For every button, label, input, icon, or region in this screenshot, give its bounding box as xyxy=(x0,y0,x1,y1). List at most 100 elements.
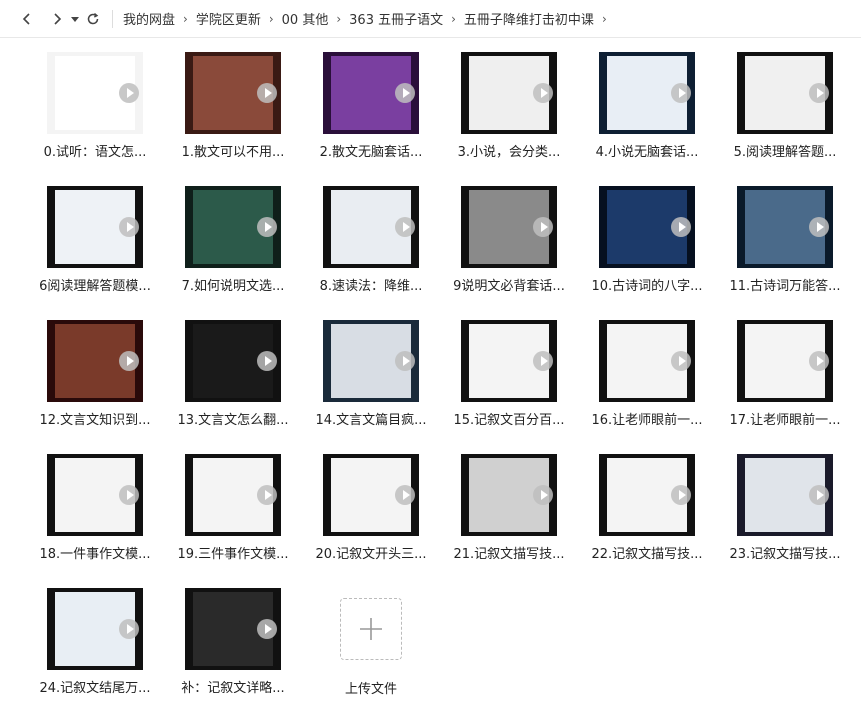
video-thumbnail xyxy=(323,320,419,402)
video-file-item[interactable]: 24.记叙文结尾万... xyxy=(30,588,160,722)
video-file-item[interactable]: 15.记叙文百分百... xyxy=(444,320,574,454)
play-icon xyxy=(119,351,139,371)
play-icon xyxy=(119,83,139,103)
video-thumbnail xyxy=(599,454,695,536)
video-thumbnail xyxy=(323,52,419,134)
chevron-right-icon: › xyxy=(451,11,456,26)
video-file-item[interactable]: 20.记叙文开头三... xyxy=(306,454,436,588)
video-thumbnail xyxy=(737,454,833,536)
video-thumbnail xyxy=(47,454,143,536)
video-thumbnail xyxy=(461,454,557,536)
upload-dropzone[interactable] xyxy=(340,598,402,660)
play-icon xyxy=(257,83,277,103)
video-file-item[interactable]: 6阅读理解答题模... xyxy=(30,186,160,320)
video-file-item[interactable]: 2.散文无脑套话... xyxy=(306,52,436,186)
play-icon xyxy=(395,351,415,371)
file-name: 1.散文可以不用... xyxy=(181,145,285,160)
video-thumbnail xyxy=(599,186,695,268)
video-file-item[interactable]: 10.古诗词的八字... xyxy=(582,186,712,320)
refresh-button[interactable] xyxy=(82,8,104,30)
video-file-item[interactable]: 16.让老师眼前一... xyxy=(582,320,712,454)
video-file-item[interactable]: 19.三件事作文模... xyxy=(168,454,298,588)
file-name: 7.如何说明文选... xyxy=(181,279,285,294)
file-name: 17.让老师眼前一... xyxy=(729,413,841,428)
video-file-item[interactable]: 4.小说无脑套话... xyxy=(582,52,712,186)
play-icon xyxy=(119,217,139,237)
play-icon xyxy=(395,485,415,505)
video-thumbnail xyxy=(461,52,557,134)
video-thumbnail xyxy=(461,186,557,268)
file-name: 10.古诗词的八字... xyxy=(591,279,703,294)
video-thumbnail xyxy=(599,320,695,402)
breadcrumb-item[interactable]: 363 五冊子语文 xyxy=(349,9,443,28)
file-name: 8.速读法：降维... xyxy=(319,279,423,294)
video-thumbnail xyxy=(599,52,695,134)
video-file-item[interactable]: 9说明文必背套话... xyxy=(444,186,574,320)
play-icon xyxy=(395,83,415,103)
play-icon xyxy=(809,485,829,505)
video-thumbnail xyxy=(323,454,419,536)
play-icon xyxy=(257,217,277,237)
video-file-item[interactable]: 补：记叙文详略... xyxy=(168,588,298,722)
upload-file-button[interactable]: 上传文件 xyxy=(306,588,436,722)
video-thumbnail xyxy=(47,320,143,402)
play-icon xyxy=(809,217,829,237)
chevron-right-icon xyxy=(54,12,62,25)
video-file-item[interactable]: 3.小说，会分类... xyxy=(444,52,574,186)
video-thumbnail xyxy=(737,320,833,402)
video-file-item[interactable]: 11.古诗词万能答... xyxy=(720,186,850,320)
play-icon xyxy=(257,619,277,639)
forward-button[interactable] xyxy=(46,8,68,30)
play-icon xyxy=(809,83,829,103)
video-file-item[interactable]: 17.让老师眼前一... xyxy=(720,320,850,454)
video-thumbnail xyxy=(47,588,143,670)
video-file-item[interactable]: 12.文言文知识到... xyxy=(30,320,160,454)
chevron-right-icon: › xyxy=(268,11,274,26)
play-icon xyxy=(119,619,139,639)
play-icon xyxy=(257,351,277,371)
file-name: 19.三件事作文模... xyxy=(177,547,289,562)
file-name: 16.让老师眼前一... xyxy=(591,413,703,428)
video-file-item[interactable]: 1.散文可以不用... xyxy=(168,52,298,186)
breadcrumb-item[interactable]: 五冊子降维打击初中课 xyxy=(464,9,594,28)
toolbar-divider xyxy=(112,9,113,28)
video-file-item[interactable]: 22.记叙文描写技... xyxy=(582,454,712,588)
chevron-right-icon: › xyxy=(601,11,607,26)
file-name: 22.记叙文描写技... xyxy=(591,547,703,562)
file-name: 15.记叙文百分百... xyxy=(453,413,565,428)
video-file-item[interactable]: 18.一件事作文模... xyxy=(30,454,160,588)
back-button[interactable] xyxy=(16,8,38,30)
file-name: 6阅读理解答题模... xyxy=(39,279,151,294)
file-name: 11.古诗词万能答... xyxy=(729,279,841,294)
plus-icon xyxy=(360,618,382,640)
play-icon xyxy=(257,485,277,505)
file-name: 24.记叙文结尾万... xyxy=(39,681,151,696)
video-thumbnail xyxy=(737,52,833,134)
breadcrumb-item[interactable]: 我的网盘 xyxy=(123,9,175,28)
file-name: 13.文言文怎么翻... xyxy=(177,413,289,428)
chevron-left-icon xyxy=(22,12,30,25)
file-name: 4.小说无脑套话... xyxy=(595,145,699,160)
file-name: 3.小说，会分类... xyxy=(457,145,561,160)
play-icon xyxy=(671,217,691,237)
video-file-item[interactable]: 14.文言文篇目疯... xyxy=(306,320,436,454)
video-thumbnail xyxy=(461,320,557,402)
video-file-item[interactable]: 8.速读法：降维... xyxy=(306,186,436,320)
file-name: 23.记叙文描写技... xyxy=(729,547,841,562)
play-icon xyxy=(809,351,829,371)
play-icon xyxy=(671,351,691,371)
video-file-item[interactable]: 0.试听：语文怎... xyxy=(30,52,160,186)
video-file-item[interactable]: 5.阅读理解答题... xyxy=(720,52,850,186)
video-file-item[interactable]: 21.记叙文描写技... xyxy=(444,454,574,588)
breadcrumb-item[interactable]: 00 其他 xyxy=(282,9,329,28)
video-file-item[interactable]: 23.记叙文描写技... xyxy=(720,454,850,588)
breadcrumb-item[interactable]: 学院区更新 xyxy=(196,9,261,28)
video-file-item[interactable]: 7.如何说明文选... xyxy=(168,186,298,320)
play-icon xyxy=(395,217,415,237)
video-thumbnail xyxy=(185,52,281,134)
video-thumbnail xyxy=(185,186,281,268)
history-dropdown-button[interactable] xyxy=(68,8,82,30)
video-file-item[interactable]: 13.文言文怎么翻... xyxy=(168,320,298,454)
video-thumbnail xyxy=(737,186,833,268)
toolbar: 我的网盘 › 学院区更新 › 00 其他 › 363 五冊子语文 › 五冊子降维打击初中课 › xyxy=(0,0,861,38)
